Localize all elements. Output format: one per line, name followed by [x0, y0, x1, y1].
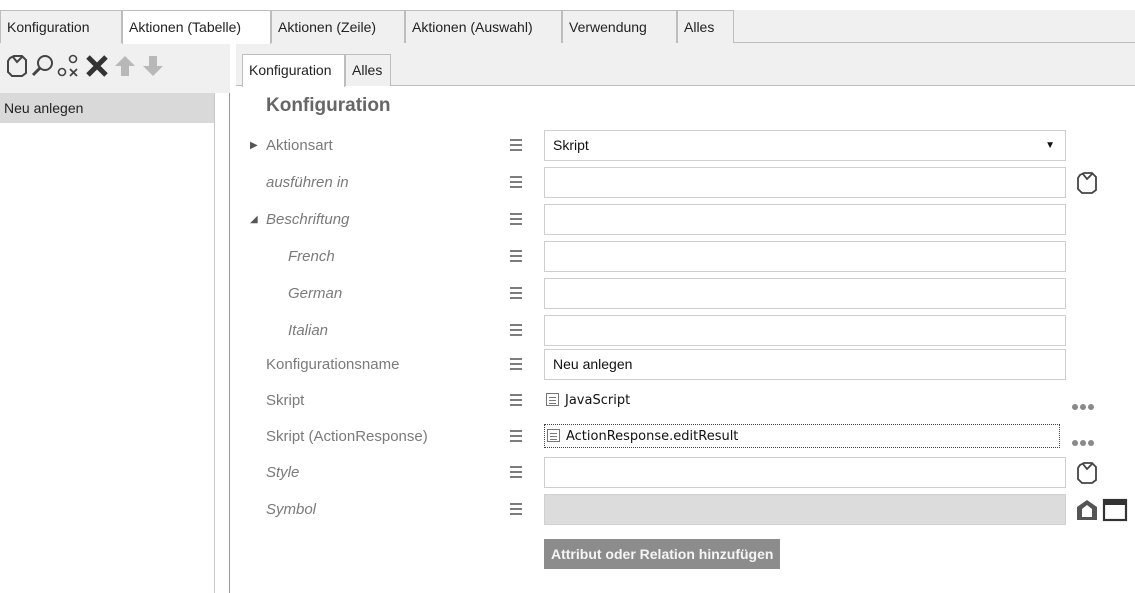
right-pane: Konfiguration Alles Konfiguration ▶ Akti… [236, 43, 1135, 593]
row-menu-icon[interactable] [510, 250, 522, 262]
new-object-icon[interactable] [1074, 170, 1100, 196]
window-top-strip [0, 0, 1135, 10]
left-toolbar [0, 43, 230, 93]
beschriftung-field[interactable] [544, 204, 1066, 235]
sub-tab-bar: Konfiguration Alles [236, 43, 1135, 87]
section-title: Konfiguration [266, 95, 391, 116]
tab-alles[interactable]: Alles [677, 10, 734, 43]
row-menu-icon[interactable] [510, 324, 522, 336]
row-german: German [236, 278, 1135, 310]
symbol-field [544, 494, 1066, 525]
field-label: Konfigurationsname [266, 356, 400, 373]
chevron-down-icon: ▼ [1045, 140, 1055, 151]
tab-aktionen-zeile[interactable]: Aktionen (Zeile) [271, 10, 405, 43]
field-label: Aktionsart [266, 137, 333, 154]
symbol-picker-icon[interactable] [1074, 497, 1100, 523]
more-options-icon[interactable] [1072, 397, 1096, 413]
field-label: Style [266, 464, 300, 481]
ausfuehren-in-field[interactable] [544, 167, 1066, 198]
tab-aktionen-tabelle[interactable]: Aktionen (Tabelle) [122, 10, 271, 44]
field-label: Skript [266, 392, 305, 409]
window-icon[interactable] [1102, 497, 1128, 523]
skript-actionresponse-link[interactable]: ActionResponse.editResult [544, 424, 1060, 448]
aktionsart-select[interactable]: Skript ▼ [544, 130, 1066, 161]
item-list: Neu anlegen [0, 93, 214, 593]
field-label: Beschriftung [266, 211, 350, 228]
script-file-icon [546, 393, 559, 406]
row-ausfuehren-in: ausführen in [236, 167, 1135, 199]
row-french: French [236, 241, 1135, 273]
collapse-arrow-icon[interactable]: ◢ [250, 204, 258, 236]
row-italian: Italian [236, 315, 1135, 347]
konfigurationsname-field[interactable]: Neu anlegen [544, 349, 1066, 380]
row-menu-icon[interactable] [510, 139, 522, 151]
row-menu-icon[interactable] [510, 287, 522, 299]
row-symbol: Symbol [236, 494, 1135, 526]
row-menu-icon[interactable] [510, 213, 522, 225]
more-options-icon[interactable] [1072, 433, 1096, 449]
field-label: Symbol [266, 501, 317, 518]
field-label: German [288, 285, 343, 302]
field-label: French [288, 248, 335, 265]
german-field[interactable] [544, 278, 1066, 309]
delete-icon[interactable] [84, 53, 110, 79]
expand-arrow-icon[interactable]: ▶ [250, 130, 258, 162]
style-field[interactable] [544, 457, 1066, 488]
row-menu-icon[interactable] [510, 358, 522, 370]
subtab-konfiguration[interactable]: Konfiguration [242, 54, 345, 87]
add-attribute-button[interactable]: Attribut oder Relation hinzufügen [544, 539, 781, 569]
list-item[interactable]: Neu anlegen [0, 93, 214, 123]
row-menu-icon[interactable] [510, 466, 522, 478]
script-file-icon [547, 429, 560, 442]
main-tab-bar: Konfiguration Aktionen (Tabelle) Aktione… [0, 10, 1135, 44]
move-up-icon[interactable] [112, 53, 138, 79]
row-menu-icon[interactable] [510, 176, 522, 188]
left-scrollbar[interactable] [214, 93, 229, 593]
search-icon[interactable] [30, 53, 56, 79]
french-field[interactable] [544, 241, 1066, 272]
row-menu-icon[interactable] [510, 503, 522, 515]
skript-link[interactable]: JavaScript [544, 389, 630, 413]
field-label: Skript (ActionResponse) [266, 428, 428, 445]
italian-field[interactable] [544, 315, 1066, 346]
new-object-icon[interactable] [4, 53, 30, 79]
tab-aktionen-auswahl[interactable]: Aktionen (Auswahl) [405, 10, 562, 43]
tab-verwendung[interactable]: Verwendung [562, 10, 677, 43]
row-beschriftung: ◢ Beschriftung [236, 204, 1135, 236]
row-skript: Skript JavaScript [236, 385, 1135, 417]
row-skript-actionresponse: Skript (ActionResponse) ActionResponse.e… [236, 421, 1135, 453]
subtab-alles[interactable]: Alles [345, 54, 391, 86]
row-aktionsart: ▶ Aktionsart Skript ▼ [236, 130, 1135, 162]
tab-konfiguration[interactable]: Konfiguration [0, 10, 122, 43]
link-unlink-icon[interactable] [56, 53, 82, 79]
field-label: Italian [288, 322, 329, 339]
row-menu-icon[interactable] [510, 430, 522, 442]
row-konfigurationsname: Konfigurationsname Neu anlegen [236, 349, 1135, 381]
row-style: Style [236, 457, 1135, 489]
row-menu-icon[interactable] [510, 394, 522, 406]
new-object-icon[interactable] [1074, 460, 1100, 486]
left-pane: Neu anlegen [0, 43, 230, 593]
field-label: ausführen in [266, 174, 349, 191]
move-down-icon[interactable] [140, 53, 166, 79]
